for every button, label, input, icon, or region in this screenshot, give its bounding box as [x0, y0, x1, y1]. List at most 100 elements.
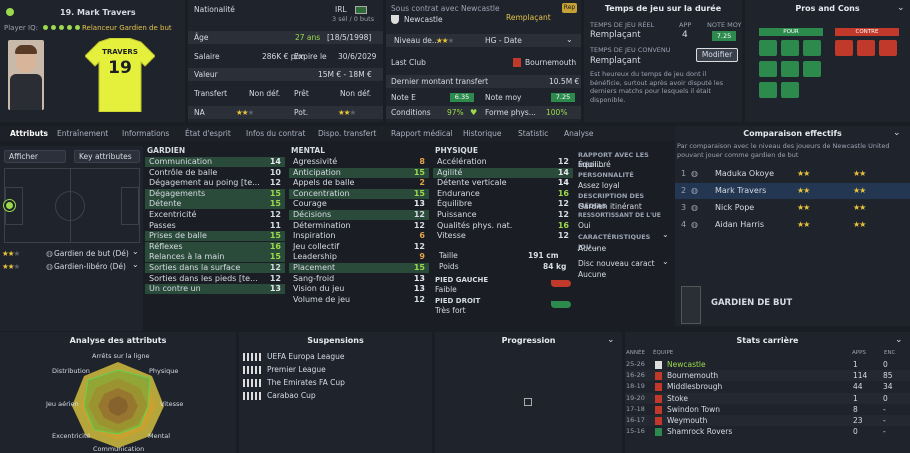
- attribute-name: Dégagements: [149, 188, 206, 198]
- career-year: 18-19: [626, 382, 645, 391]
- attribute-row: Endurance 16: [433, 189, 573, 199]
- attribute-name: Prises de balle: [149, 231, 207, 241]
- career-team[interactable]: Newcastle: [667, 359, 706, 370]
- compare-row[interactable]: 3 ◍ Nick Pope ★★ ★★: [675, 200, 910, 216]
- form-value: 100%: [546, 108, 568, 117]
- attribute-value: 16: [557, 220, 569, 230]
- tab-medical[interactable]: Rapport médical: [391, 129, 453, 140]
- hg-dropdown-icon[interactable]: ⌄: [566, 35, 573, 44]
- attribute-value: 8: [419, 157, 425, 166]
- player-status-icon: [6, 8, 14, 16]
- attribute-name: Vision du jeu: [293, 284, 345, 294]
- left-boot-icon: [551, 280, 571, 287]
- attribute-row: Réflexes 16: [145, 241, 285, 252]
- compare-row[interactable]: 4 ◍ Aidan Harris ★★ ★★: [675, 217, 910, 233]
- compare-title: Comparaison effectifs: [743, 129, 842, 138]
- attribute-name: Relances à la main: [149, 252, 225, 262]
- weight-value: 84 kg: [543, 262, 567, 271]
- mediadesc-label: DESCRIPTION DES MÉDIAS: [578, 192, 645, 210]
- attribute-value: 12: [269, 273, 281, 283]
- attribute-name: Vitesse: [437, 231, 466, 241]
- attribute-value: 12: [269, 263, 281, 272]
- proscons-dropdown-icon[interactable]: ⌄: [897, 3, 905, 13]
- competition-icon: [243, 392, 261, 400]
- tab-analysis[interactable]: Analyse: [564, 129, 594, 140]
- show-dropdown[interactable]: Afficher: [4, 150, 66, 163]
- career-apps: 114: [853, 371, 868, 381]
- tab-history[interactable]: Historique: [463, 129, 501, 140]
- na-label: NA: [194, 108, 205, 117]
- rep-badge: Rep: [562, 3, 577, 13]
- attribute-name: Anticipation: [293, 167, 341, 177]
- caps-value: 3 sél / 0 buts: [332, 15, 375, 23]
- role2-info-icon[interactable]: ◍: [46, 262, 53, 271]
- attribute-name: Communication: [149, 157, 213, 166]
- career-h-enc: ENC: [884, 350, 896, 356]
- attribute-row: Dégagement au poing [te... 12: [145, 178, 285, 188]
- height-value: 191 cm: [528, 251, 559, 260]
- tab-transfer[interactable]: Dispo. transfert: [318, 129, 376, 140]
- role1-dropdown-icon[interactable]: ⌄: [132, 247, 139, 256]
- attribute-value: 15: [413, 167, 425, 177]
- career-team[interactable]: Bournemouth: [667, 370, 718, 381]
- shirt-number: 19: [108, 58, 132, 78]
- position-marker[interactable]: [4, 200, 15, 211]
- attribute-value: 12: [557, 210, 569, 219]
- career-year: 16-17: [626, 416, 645, 424]
- compare-dropdown-icon[interactable]: ⌄: [893, 128, 901, 138]
- susp-competition: The Emirates FA Cup: [267, 378, 345, 387]
- gk-title: GARDIEN: [147, 146, 186, 155]
- playtime-title: Temps de jeu sur la durée: [604, 4, 722, 13]
- attribute-name: Excentricité: [149, 210, 197, 219]
- career-dropdown-icon[interactable]: ⌄: [895, 335, 903, 345]
- modify-button[interactable]: Modifier: [696, 48, 738, 62]
- compare-row[interactable]: 2 ◍ Mark Travers ★★ ★★: [675, 183, 910, 199]
- tab-stats[interactable]: Statistic: [518, 129, 548, 140]
- tab-contract[interactable]: Infos du contrat: [246, 129, 305, 140]
- career-team[interactable]: Middlesbrough: [667, 381, 722, 392]
- attribute-row: Inspiration 6: [289, 231, 429, 241]
- compare-current-stars: ★★: [797, 169, 810, 178]
- career-team[interactable]: Stoke: [667, 393, 688, 404]
- role1-info-icon[interactable]: ◍: [46, 249, 53, 258]
- attribute-value: 16: [557, 188, 569, 198]
- traits-dropdown-icon[interactable]: ⌄: [662, 230, 669, 239]
- keyattr-dropdown[interactable]: Key attributes: [74, 150, 140, 163]
- tab-attributs[interactable]: Attributs: [10, 129, 48, 140]
- cond-heart-icon: ♥: [470, 108, 478, 117]
- career-team[interactable]: Shamrock Rovers: [667, 426, 732, 437]
- attribute-value: 9: [419, 252, 425, 262]
- form-label: Forme phys...: [485, 108, 536, 117]
- attribute-row: Détente verticale 14: [433, 178, 573, 188]
- tab-training[interactable]: Entraînement: [57, 129, 108, 140]
- compare-row[interactable]: 1 ◍ Maduka Okoye ★★ ★★: [675, 166, 910, 182]
- career-team[interactable]: Weymouth: [667, 415, 707, 426]
- attribute-value: 14: [269, 157, 281, 166]
- pot-stars: ★★★: [338, 108, 356, 117]
- report-title: RAPPORT AVEC LES MÉDI...: [578, 151, 649, 169]
- compare-rank: 2: [681, 186, 687, 195]
- lastclub-label: Last Club: [391, 58, 426, 67]
- attribute-value: 12: [413, 241, 425, 251]
- prog-dropdown-icon[interactable]: ⌄: [607, 335, 615, 345]
- attribute-value: 13: [413, 284, 425, 294]
- compare-current-stars: ★★: [797, 186, 810, 195]
- newtrait-dropdown-icon[interactable]: ⌄: [662, 257, 669, 266]
- loan-label: Prêt: [294, 89, 309, 98]
- newtrait-value: Aucune: [578, 270, 607, 279]
- attribute-row: Sorties dans la surface 12: [145, 263, 285, 273]
- expires-value: 30/6/2029: [338, 52, 377, 61]
- radar-label-aerial: Jeu aérien: [46, 400, 79, 408]
- tab-info[interactable]: Informations: [122, 129, 169, 140]
- attribute-name: Placement: [293, 263, 336, 272]
- note-badge: 6.35: [450, 93, 474, 102]
- career-apps: 23: [853, 416, 863, 425]
- career-apps: 1: [853, 393, 858, 403]
- attribute-value: 15: [269, 231, 281, 241]
- tab-mental-state[interactable]: État d'esprit: [185, 129, 231, 140]
- career-team[interactable]: Swindon Town: [667, 404, 720, 415]
- attribute-row: Sang-froid 13: [289, 274, 429, 284]
- fee-label: Dernier montant transfert: [391, 77, 489, 86]
- role2-dropdown-icon[interactable]: ⌄: [132, 260, 139, 269]
- attribute-row: Détermination 12: [289, 221, 429, 231]
